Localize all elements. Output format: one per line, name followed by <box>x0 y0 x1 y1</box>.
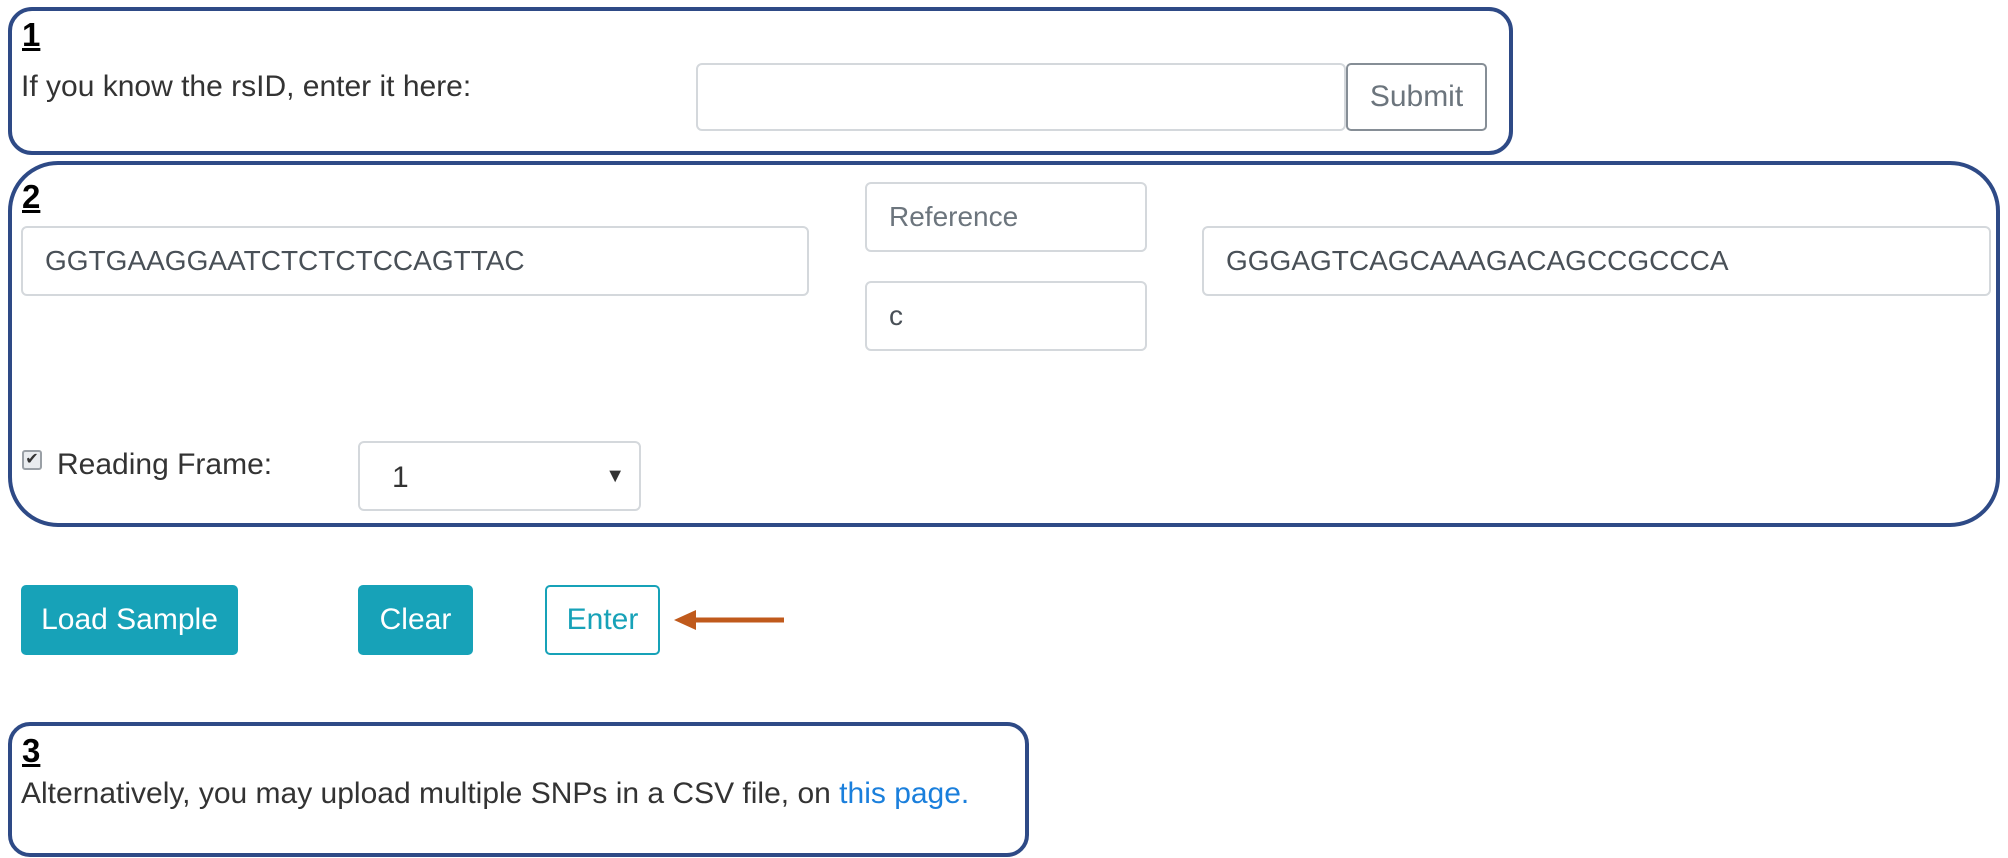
enter-button[interactable]: Enter <box>545 585 660 655</box>
dropdown-caret-icon: ▼ <box>605 465 625 487</box>
submit-button[interactable]: Submit <box>1346 63 1487 131</box>
section-3-number: 3 <box>22 732 41 769</box>
csv-upload-description: Alternatively, you may upload multiple S… <box>21 777 840 810</box>
alternate-allele-input[interactable] <box>865 281 1147 351</box>
load-sample-button[interactable]: Load Sample <box>21 585 238 655</box>
pointer-arrow-icon <box>674 610 784 630</box>
rsid-label: If you know the rsID, enter it here: <box>21 70 472 103</box>
reading-frame-label: Reading Frame: <box>57 448 273 481</box>
csv-upload-text: Alternatively, you may upload multiple S… <box>21 777 969 811</box>
clear-button[interactable]: Clear <box>358 585 473 655</box>
left-flank-sequence-input[interactable] <box>21 226 809 296</box>
section-2-number: 2 <box>22 178 41 215</box>
reading-frame-selected-value: 1 <box>392 461 409 494</box>
reading-frame-checkbox[interactable]: ✔ <box>22 450 42 470</box>
section-1-number: 1 <box>22 16 41 53</box>
right-flank-sequence-input[interactable] <box>1202 226 1991 296</box>
rsid-input[interactable] <box>696 63 1346 131</box>
csv-upload-page-link[interactable]: this page. <box>839 777 969 810</box>
reference-allele-input[interactable] <box>865 182 1147 252</box>
reading-frame-select[interactable]: 1 ▼ <box>358 441 641 511</box>
